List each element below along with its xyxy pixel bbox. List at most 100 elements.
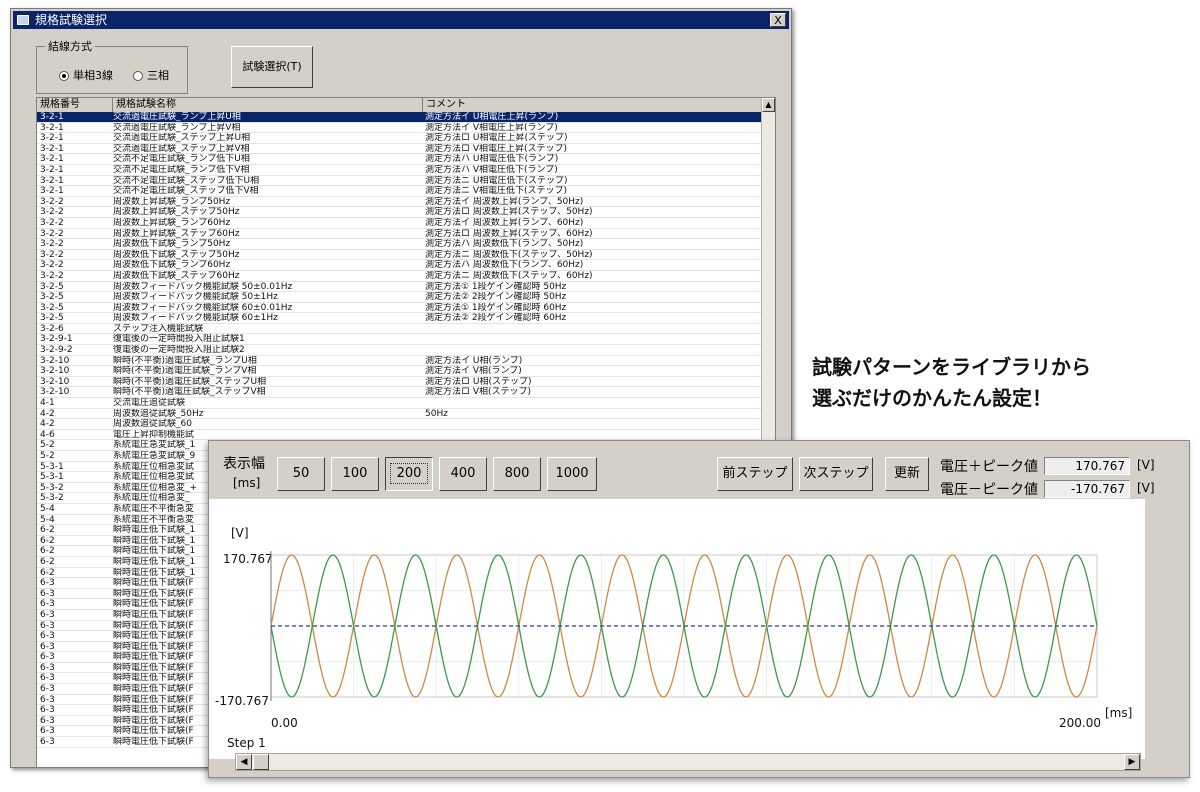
radio-three-phase[interactable]: 三相 (133, 69, 169, 83)
cell-comment: 測定方法ニ U相電圧低下(ステップ) (425, 175, 568, 186)
width-button-800[interactable]: 800 (493, 457, 541, 491)
next-step-button[interactable]: 次ステップ (799, 457, 873, 491)
cell-comment: 測定方法ニ V相電圧低下(ステップ) (425, 186, 568, 197)
table-row[interactable]: 3-2-9-2 復電後の一定時間投入阻止試験2 (37, 345, 763, 356)
table-row[interactable]: 3-2-10 瞬時(不平衡)過電圧試験_ステップV相 測定方法ロ V相(ステップ) (37, 387, 763, 399)
scrollbar-thumb[interactable] (253, 754, 269, 770)
cell-test-name: 交流不足電圧試験_ランプ低下U相 (113, 154, 250, 165)
table-row[interactable]: 4-2 周波数追従試験_50Hz 50Hz (37, 409, 763, 420)
cell-standard-no: 6-3 (40, 620, 55, 631)
table-row[interactable]: 3-2-2 周波数低下試験_ステップ60Hz 測定方法ニ 周波数低下(ステップ、60… (37, 271, 763, 282)
cell-standard-no: 6-2 (40, 556, 55, 567)
table-row[interactable]: 3-2-1 交流過電圧試験_ランプ上昇U相 測定方法イ U相電圧上昇(ランプ) (37, 112, 763, 123)
radio-selected-indicator[interactable] (59, 71, 69, 81)
cell-standard-no: 6-3 (40, 684, 55, 695)
cell-test-name: 復電後の一定時間投入阻止試験2 (113, 345, 245, 356)
cell-comment: 測定方法ロ U相(ステップ) (425, 376, 532, 387)
table-row[interactable]: 3-2-5 周波数フィードバック機能試験 50±0.01Hz 測定方法① 1段ゲイン… (37, 282, 763, 293)
table-row[interactable]: 3-2-5 周波数フィードバック機能試験 60±0.01Hz 測定方法① 1段ゲイン… (37, 303, 763, 314)
radio-indicator[interactable] (133, 71, 143, 81)
width-button-100[interactable]: 100 (331, 457, 379, 491)
table-row[interactable]: 3-2-1 交流不足電圧試験_ステップ低下U相 測定方法ニ U相電圧低下(ステップ) (37, 176, 763, 187)
display-width-unit: [ms] (233, 476, 261, 490)
table-row[interactable]: 4-2 周波数追従試験_60 (37, 419, 763, 430)
cell-standard-no: 6-3 (40, 694, 55, 705)
cell-comment: 測定方法ロ V相(ステップ) (425, 387, 532, 398)
scroll-right-arrow-icon[interactable]: ▶ (1124, 754, 1140, 770)
cell-standard-no: 3-2-2 (40, 207, 64, 218)
cell-test-name: 周波数追従試験_60 (113, 419, 192, 430)
cell-comment: 測定方法ロ U相電圧上昇(ステップ) (425, 133, 568, 144)
callout-line-1: 試験パターンをライブラリから (812, 355, 1091, 379)
cell-comment: 測定方法ハ V相電圧低下(ランプ) (425, 164, 558, 175)
cell-standard-no: 6-2 (40, 567, 55, 578)
display-width-label: 表示幅 (223, 456, 265, 472)
cell-standard-no: 6-3 (40, 737, 55, 748)
table-row[interactable]: 3-2-10 瞬時(不平衡)過電圧試験_ランプV相 測定方法イ V相(ランプ) (37, 366, 763, 377)
column-header-test-name[interactable]: 規格試験名称 (113, 98, 423, 112)
table-row[interactable]: 3-2-2 周波数上昇試験_ランプ50Hz 測定方法イ 周波数上昇(ランプ、50Hz… (37, 197, 763, 208)
cell-comment: 測定方法② 2段ゲイン確認時 50Hz (425, 292, 567, 303)
peak-negative-label: 電圧－ピーク値 (940, 482, 1038, 498)
width-button-label: 800 (504, 466, 530, 481)
cell-comment: 測定方法ニ 周波数低下(ステップ、60Hz) (425, 270, 593, 281)
width-button-200[interactable]: 200 (385, 457, 433, 491)
cell-standard-no: 5-2 (40, 451, 55, 461)
cell-standard-no: 6-3 (40, 599, 55, 610)
table-row[interactable]: 4-6 電圧上昇抑制機能試 (37, 430, 763, 441)
table-row[interactable]: 3-2-1 交流過電圧試験_ステップ上昇V相 測定方法ロ V相電圧上昇(ステップ) (37, 144, 763, 155)
column-header-comment[interactable]: コメント (423, 98, 763, 112)
table-row[interactable]: 3-2-5 周波数フィードバック機能試験 60±1Hz 測定方法② 2段ゲイン確認時… (37, 313, 763, 324)
table-row[interactable]: 3-2-10 瞬時(不平衡)過電圧試験_ランプU相 測定方法イ U相(ランプ) (37, 356, 763, 367)
table-row[interactable]: 3-2-2 周波数上昇試験_ランプ60Hz 測定方法イ 周波数上昇(ランプ、60Hz… (37, 218, 763, 229)
width-button-label: 100 (342, 466, 368, 481)
cell-test-name: 周波数上昇試験_ランプ50Hz (113, 196, 231, 207)
x-axis-end-label: 200.00 (1059, 716, 1101, 730)
cell-test-name: 周波数追従試験_50Hz (113, 408, 204, 419)
cell-standard-no: 3-2-10 (40, 387, 70, 398)
table-row[interactable]: 3-2-2 周波数低下試験_ランプ60Hz 測定方法ハ 周波数低下(ランプ、60Hz… (37, 260, 763, 271)
table-row[interactable]: 3-2-5 周波数フィードバック機能試験 50±1Hz 測定方法② 2段ゲイン確認時… (37, 292, 763, 303)
table-row[interactable]: 3-2-1 交流不足電圧試験_ランプ低下U相 測定方法ハ U相電圧低下(ランプ) (37, 154, 763, 165)
cell-test-name: 瞬時(不平衡)過電圧試験_ランプV相 (113, 366, 257, 377)
cell-standard-no: 5-4 (40, 503, 55, 514)
horizontal-scrollbar[interactable]: ◀ ▶ (235, 753, 1141, 771)
table-row[interactable]: 3-2-2 周波数上昇試験_ステップ50Hz 測定方法ロ 周波数上昇(ステップ、50… (37, 207, 763, 218)
prev-step-button[interactable]: 前ステップ (717, 457, 793, 491)
cell-comment: 測定方法ハ U相電圧低下(ランプ) (425, 154, 559, 165)
cell-test-name: 周波数フィードバック機能試験 50±1Hz (113, 292, 278, 303)
table-row[interactable]: 3-2-1 交流過電圧試験_ランプ上昇V相 測定方法イ V相電圧上昇(ランプ) (37, 123, 763, 134)
cell-comment: 測定方法① 1段ゲイン確認時 50Hz (425, 281, 567, 292)
table-row[interactable]: 4-1 交流電圧追従試験 (37, 398, 763, 409)
table-row[interactable]: 3-2-2 周波数上昇試験_ステップ60Hz 測定方法ロ 周波数上昇(ステップ、60… (37, 229, 763, 240)
cell-standard-no: 5-2 (40, 440, 55, 451)
column-header-standard-no[interactable]: 規格番号 (37, 98, 113, 112)
table-row[interactable]: 3-2-2 周波数低下試験_ランプ50Hz 測定方法ハ 周波数低下(ランプ、50Hz… (37, 239, 763, 250)
table-row[interactable]: 3-2-1 交流過電圧試験_ステップ上昇U相 測定方法ロ U相電圧上昇(ステップ) (37, 133, 763, 144)
width-button-1000[interactable]: 1000 (547, 457, 597, 491)
table-row[interactable]: 3-2-9-1 復電後の一定時間投入阻止試験1 (37, 334, 763, 346)
width-button-50[interactable]: 50 (277, 457, 325, 491)
cell-test-name: 交流電圧追従試験 (113, 398, 186, 409)
table-row[interactable]: 3-2-2 周波数低下試験_ステップ50Hz 測定方法ニ 周波数低下(ステップ、50… (37, 250, 763, 261)
test-select-button[interactable]: 試験選択(T) (231, 46, 313, 88)
table-row[interactable]: 3-2-1 交流不足電圧試験_ステップ低下V相 測定方法ニ V相電圧低下(ステップ) (37, 186, 763, 197)
width-button-400[interactable]: 400 (439, 457, 487, 491)
scroll-up-arrow-icon[interactable]: ▲ (762, 98, 775, 112)
cell-test-name: 周波数フィードバック機能試験 60±0.01Hz (113, 302, 293, 313)
table-row[interactable]: 3-2-10 瞬時(不平衡)過電圧試験_ステップU相 測定方法ロ U相(ステップ) (37, 377, 763, 388)
cell-standard-no: 3-2-1 (40, 112, 64, 122)
table-row[interactable]: 3-2-6 ステップ注入機能試験 (37, 324, 763, 335)
title-bar[interactable]: 規格試験選択 X (13, 11, 789, 29)
radio-single-phase-3wire[interactable]: 単相3線 (59, 69, 113, 83)
refresh-button[interactable]: 更新 (885, 457, 929, 491)
close-button[interactable]: X (770, 13, 786, 27)
cell-standard-no: 6-3 (40, 715, 55, 726)
scroll-left-arrow-icon[interactable]: ◀ (236, 754, 252, 770)
cell-standard-no: 4-2 (40, 419, 55, 430)
x-axis-unit-label: [ms] (1105, 706, 1132, 720)
cell-standard-no: 3-2-5 (40, 281, 64, 292)
table-row[interactable]: 3-2-1 交流不足電圧試験_ランプ低下V相 測定方法ハ V相電圧低下(ランプ) (37, 165, 763, 176)
peak-negative-unit: [V] (1137, 481, 1155, 495)
cell-test-name: 瞬時(不平衡)過電圧試験_ランプU相 (113, 355, 257, 366)
